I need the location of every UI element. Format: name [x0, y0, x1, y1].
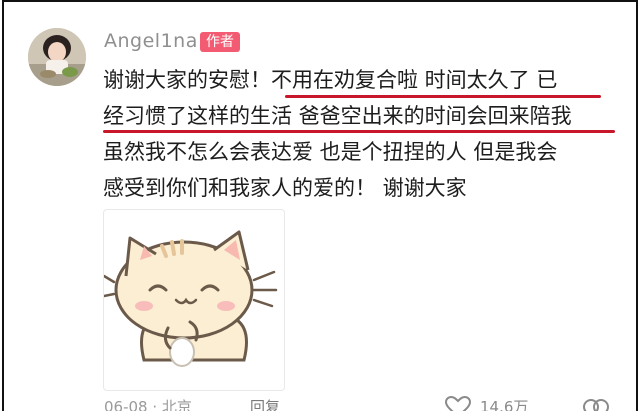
heart-icon[interactable]: [444, 396, 472, 411]
comment-line: 谢谢大家的安慰！不用在劝复合啦 时间太久了 已: [103, 68, 558, 92]
comment-text: 谢谢大家的安慰！不用在劝复合啦 时间太久了 已 经习惯了这样的生活 爸爸空出来的…: [103, 62, 623, 206]
like-count: 14.6万: [480, 398, 529, 411]
cat-sticker-icon: [104, 230, 278, 367]
avatar-photo-icon: [28, 28, 86, 86]
more-icon[interactable]: [582, 396, 610, 411]
comment-line: 虽然我不怎么会表达爱 也是个扭捏的人 但是我会: [103, 140, 558, 164]
comment-line: 经习惯了这样的生活 爸爸空出来的时间会回来陪我: [103, 104, 572, 128]
comment-line: 感受到你们和我家人的爱的！ 谢谢大家: [103, 176, 467, 200]
comment-card: Angel1na 作者 谢谢大家的安慰！不用在劝复合啦 时间太久了 已 经习惯了…: [2, 0, 638, 411]
comment-date-location: 06-08 · 北京: [104, 398, 192, 411]
comment-footer: 06-08 · 北京 回复 14.6万: [4, 396, 636, 411]
highlight-underline: [285, 95, 601, 98]
cat-sticker[interactable]: [103, 209, 285, 391]
author-badge: 作者: [200, 32, 240, 52]
reply-button[interactable]: 回复: [250, 396, 280, 411]
avatar[interactable]: [28, 28, 86, 86]
username[interactable]: Angel1na: [104, 30, 198, 52]
highlight-underline: [103, 130, 615, 133]
